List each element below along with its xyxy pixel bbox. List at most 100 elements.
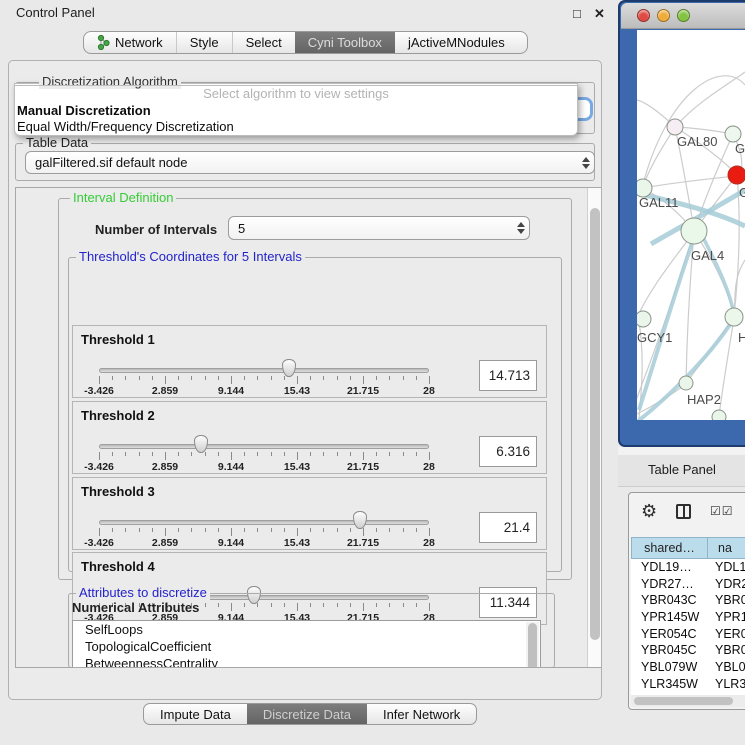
threshold-value-field[interactable]: 6.316: [479, 436, 537, 467]
tab-label: Select: [246, 35, 282, 50]
column-layout-icon[interactable]: [676, 504, 691, 519]
slider-track[interactable]: [99, 368, 429, 373]
slider-minor-tick: [191, 528, 192, 532]
slider-tick-label: 15.43: [275, 385, 319, 397]
table-row[interactable]: YPR145WYPR1: [631, 609, 745, 626]
float-window-icon[interactable]: □: [573, 6, 581, 21]
table-row[interactable]: YLR345WYLR3: [631, 676, 745, 693]
slider-minor-tick: [323, 376, 324, 380]
numerical-attributes-list[interactable]: SelfLoopsTopologicalCoefficientBetweenne…: [72, 620, 541, 668]
panel-vertical-scrollbar[interactable]: [587, 188, 602, 667]
bottom-tabbar: Impute DataDiscretize DataInfer Network: [143, 703, 477, 725]
network-node-label: H: [738, 330, 745, 345]
gear-icon[interactable]: ⚙: [641, 502, 657, 520]
slider-major-tick: [231, 376, 232, 384]
slider-minor-tick: [152, 452, 153, 456]
slider-minor-tick: [416, 528, 417, 532]
slider-thumb[interactable]: [282, 359, 296, 377]
threshold-value-field[interactable]: 14.713: [479, 360, 537, 391]
slider-minor-tick: [257, 376, 258, 380]
screen: Control Panel □ ✕ NetworkStyleSelectCyni…: [0, 0, 745, 745]
cell-shared-name: YBR045C: [631, 642, 713, 659]
bottom-tab-discretize-data[interactable]: Discretize Data: [247, 704, 367, 724]
threshold-row: Threshold 1-3.4262.8599.14415.4321.71528…: [72, 325, 547, 398]
minimize-light[interactable]: [657, 9, 670, 22]
attributes-group-label: Attributes to discretize: [76, 586, 210, 600]
table-data-label: Table Data: [23, 136, 91, 150]
control-panel-content: Select algorithm to view settings Manual…: [8, 60, 602, 700]
table-row[interactable]: YER054CYER0: [631, 626, 745, 643]
network-edge: [643, 176, 736, 188]
slider-minor-tick: [403, 376, 404, 380]
bottom-tab-infer-network[interactable]: Infer Network: [367, 704, 476, 724]
table-row[interactable]: YDL19…YDL1: [631, 559, 745, 576]
slider-minor-tick: [389, 376, 390, 380]
thresholds-group-label: Threshold's Coordinates for 5 Intervals: [76, 250, 305, 264]
bottom-tab-impute-data[interactable]: Impute Data: [144, 704, 247, 724]
network-window-titlebar[interactable]: [621, 3, 745, 29]
network-node[interactable]: [681, 218, 707, 244]
attribute-list-item[interactable]: SelfLoops: [73, 621, 540, 638]
tab-select[interactable]: Select: [232, 32, 295, 53]
network-canvas[interactable]: GAL80GALGGAL11GAL4GCY1HHAP2: [637, 30, 745, 420]
cell-shared-name: YLR345W: [631, 676, 713, 693]
slider-track[interactable]: [99, 520, 429, 525]
slider-minor-tick: [139, 528, 140, 532]
threshold-value-field[interactable]: 21.4: [479, 512, 537, 543]
dropdown-option[interactable]: Manual Discretization: [15, 103, 577, 119]
table-row[interactable]: YBL079WYBL0: [631, 659, 745, 676]
column-header-name[interactable]: na: [708, 537, 745, 559]
table-data-combobox[interactable]: galFiltered.sif default node: [25, 151, 595, 174]
network-node[interactable]: [712, 410, 726, 420]
slider-minor-tick: [125, 376, 126, 380]
column-header-shared-name[interactable]: shared…: [631, 537, 708, 559]
slider-minor-tick: [244, 452, 245, 456]
slider-minor-tick: [337, 376, 338, 380]
slider-thumb[interactable]: [194, 435, 208, 453]
cell-shared-name: YPR145W: [631, 609, 713, 626]
slider-minor-tick: [139, 452, 140, 456]
cell-shared-name: YBL079W: [631, 659, 713, 676]
dropdown-option[interactable]: Equal Width/Frequency Discretization: [15, 119, 577, 135]
slider-minor-tick: [178, 528, 179, 532]
close-window-icon[interactable]: ✕: [594, 6, 605, 22]
number-of-intervals-combobox[interactable]: 5: [228, 216, 530, 240]
threshold-row: Threshold 2-3.4262.8599.14415.4321.71528…: [72, 401, 547, 474]
slider-minor-tick: [218, 452, 219, 456]
table-row[interactable]: YBR043CYBR0: [631, 592, 745, 609]
attribute-list-item[interactable]: BetweennessCentrality: [73, 655, 540, 668]
tab-cyni-toolbox[interactable]: Cyni Toolbox: [295, 32, 395, 53]
threshold-label: Threshold 4: [81, 559, 155, 574]
panel-gap: [618, 447, 745, 455]
network-node[interactable]: [679, 376, 693, 390]
tab-network[interactable]: Network: [84, 32, 176, 53]
table-horizontal-scrollbar[interactable]: [631, 695, 745, 707]
attribute-list-item[interactable]: TopologicalCoefficient: [73, 638, 540, 655]
slider-tick-label: 2.859: [143, 385, 187, 397]
slider-tick-label: 9.144: [209, 385, 253, 397]
threshold-row: Threshold 3-3.4262.8599.14415.4321.71528…: [72, 477, 547, 550]
tab-style[interactable]: Style: [176, 32, 232, 53]
network-node[interactable]: [725, 308, 743, 326]
checkbox-icons[interactable]: ☑☑: [710, 504, 734, 518]
zoom-light[interactable]: [677, 9, 690, 22]
network-node[interactable]: [667, 119, 683, 135]
combo-stepper-icon: [578, 157, 594, 169]
close-light[interactable]: [637, 9, 650, 22]
slider-tick-label: 9.144: [209, 537, 253, 549]
network-node[interactable]: [728, 166, 745, 184]
slider-minor-tick: [125, 452, 126, 456]
network-node[interactable]: [725, 126, 741, 142]
attributes-list-scrollbar[interactable]: [526, 622, 539, 668]
slider-minor-tick: [205, 452, 206, 456]
tab-jactivemnodules[interactable]: jActiveMNodules: [395, 32, 518, 53]
slider-minor-tick: [244, 376, 245, 380]
slider-minor-tick: [152, 376, 153, 380]
node-table: ⚙ ☑☑ shared… na YDL19…YDL1YDR27…YDR2YBR0…: [628, 492, 745, 710]
table-row[interactable]: YDR27…YDR2: [631, 576, 745, 593]
slider-thumb[interactable]: [353, 511, 367, 529]
network-node[interactable]: [637, 311, 651, 327]
slider-track[interactable]: [99, 444, 429, 449]
table-row[interactable]: YBR045CYBR0: [631, 642, 745, 659]
network-node-label: GAL4: [691, 248, 724, 263]
